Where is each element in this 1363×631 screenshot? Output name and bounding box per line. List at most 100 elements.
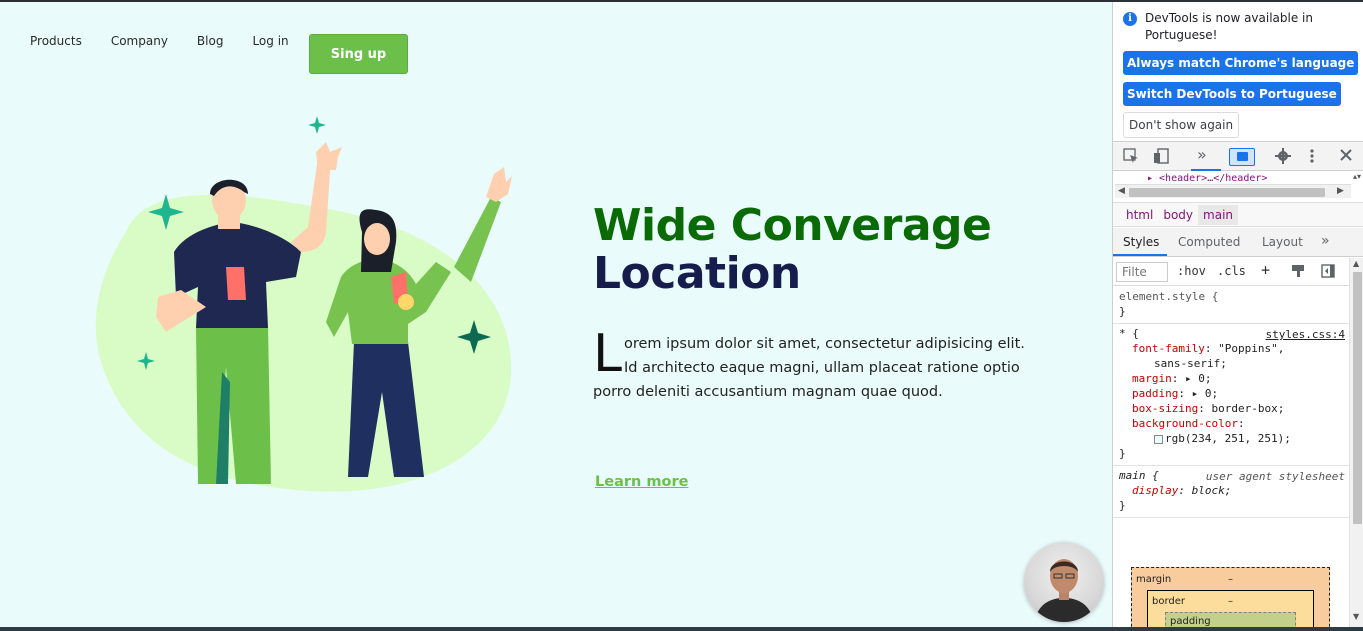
decl-prop: margin: [1132, 372, 1172, 385]
breadcrumb: html body main: [1113, 202, 1363, 227]
hero-paragraph: Lorem ipsum dolor sit amet, consectetur …: [593, 324, 1033, 404]
paint-brush-icon[interactable]: [1291, 264, 1305, 278]
rule-element-style[interactable]: element.style { }: [1113, 287, 1349, 324]
nav-link-blog[interactable]: Blog: [197, 34, 224, 48]
scroll-down-icon[interactable]: ▼: [1353, 612, 1359, 621]
learn-more-link[interactable]: Learn more: [595, 474, 688, 490]
message-icon: [1237, 152, 1248, 161]
box-model-padding-label: padding: [1170, 616, 1211, 627]
webcam-avatar: [1024, 542, 1104, 622]
decl-font-family[interactable]: font-family: "Poppins",: [1119, 341, 1349, 356]
kebab-menu-icon[interactable]: [1309, 148, 1315, 164]
window-bottom-edge: [0, 627, 1363, 631]
toggle-sidebar-icon[interactable]: [1321, 264, 1335, 278]
scroll-up-icon[interactable]: ▲: [1353, 259, 1359, 268]
tab-more[interactable]: »: [1321, 233, 1330, 249]
decl-prop: background-color: [1132, 417, 1238, 430]
main-nav: Products Company Blog Log in: [30, 34, 318, 48]
rule-close-brace: }: [1119, 499, 1126, 512]
hero-illustration: [95, 116, 512, 492]
breadcrumb-main[interactable]: main: [1198, 204, 1239, 225]
breadcrumb-html[interactable]: html: [1121, 205, 1158, 225]
language-notice-text: DevTools is now available in Portuguese!: [1145, 11, 1313, 42]
rule-close-brace: }: [1119, 305, 1126, 318]
dom-tree-line[interactable]: ▸ <header>…</header>: [1113, 172, 1363, 184]
nav-link-products[interactable]: Products: [30, 34, 82, 48]
rule-source-ua: user agent stylesheet: [1205, 470, 1345, 483]
decl-value: rgb(234, 251, 251);: [1165, 432, 1291, 445]
close-devtools-icon[interactable]: [1339, 148, 1353, 162]
rule-close-brace: }: [1119, 447, 1126, 460]
box-model-diagram: margin – border – padding: [1131, 567, 1330, 627]
decl-box-sizing[interactable]: box-sizing: border-box;: [1119, 401, 1349, 416]
hero-title-line2: Location: [593, 248, 801, 299]
scrollbar-thumb[interactable]: [1129, 188, 1325, 197]
always-match-language-button[interactable]: Always match Chrome's language: [1123, 51, 1359, 75]
sparkle-icon: [308, 116, 326, 134]
dom-horizontal-scrollbar[interactable]: ◀ ▶: [1115, 184, 1351, 198]
box-model-border-value[interactable]: –: [1228, 596, 1233, 607]
devtools-panel: i DevTools is now available in Portugues…: [1112, 2, 1363, 627]
cls-toggle[interactable]: .cls: [1217, 264, 1246, 278]
rule-source-link[interactable]: styles.css:4: [1266, 327, 1345, 342]
decl-margin[interactable]: margin: ▸ 0;: [1119, 371, 1349, 386]
rule-main[interactable]: main { user agent stylesheet display: bl…: [1113, 466, 1349, 518]
more-panels-button[interactable]: »: [1197, 145, 1207, 164]
new-style-rule-button[interactable]: +: [1261, 261, 1270, 279]
rule-universal[interactable]: * { styles.css:4 font-family: "Poppins",…: [1113, 324, 1349, 466]
box-model-margin-value[interactable]: –: [1228, 574, 1233, 585]
color-swatch-icon[interactable]: [1154, 434, 1163, 444]
rule-selector: element.style {: [1119, 290, 1219, 303]
decl-background-color[interactable]: background-color:: [1119, 416, 1349, 431]
tab-layout[interactable]: Layout: [1262, 235, 1303, 249]
decl-prop: font-family: [1132, 342, 1205, 355]
decl-padding[interactable]: padding: ▸ 0;: [1119, 386, 1349, 401]
decl-value: "Poppins",: [1218, 342, 1285, 355]
nav-link-company[interactable]: Company: [111, 34, 168, 48]
hero-title-line1: Wide Converage: [593, 200, 992, 251]
devtools-toolbar: »: [1113, 141, 1363, 171]
hero-paragraph-text: orem ipsum dolor sit amet, consectetur a…: [593, 336, 1025, 400]
decl-display: display: block;: [1132, 484, 1232, 497]
styles-filter-bar: Filte :hov .cls +: [1113, 258, 1349, 286]
scroll-left-icon[interactable]: ◀: [1118, 186, 1125, 196]
filter-input[interactable]: Filte: [1116, 262, 1168, 282]
signup-button[interactable]: Sing up: [309, 34, 408, 74]
settings-gear-icon[interactable]: [1275, 148, 1291, 164]
dom-scroll-arrows-icon[interactable]: ▴▾: [1353, 172, 1361, 181]
hero-title: Wide Converage Location: [593, 200, 992, 299]
drop-cap: L: [593, 324, 622, 384]
styles-rules-list: element.style { } * { styles.css:4 font-…: [1113, 287, 1349, 518]
breadcrumb-body[interactable]: body: [1158, 205, 1198, 225]
decl-value: block;: [1191, 484, 1232, 497]
inspect-element-icon[interactable]: [1123, 148, 1139, 164]
tab-styles[interactable]: Styles: [1123, 235, 1159, 249]
nav-link-login[interactable]: Log in: [252, 34, 288, 48]
decl-font-family-cont: sans-serif;: [1154, 357, 1227, 370]
issues-message-button[interactable]: [1229, 148, 1255, 166]
hov-toggle[interactable]: :hov: [1177, 264, 1206, 278]
switch-to-portuguese-button[interactable]: Switch DevTools to Portuguese: [1123, 82, 1341, 106]
active-panel-indicator: [1191, 169, 1221, 171]
dont-show-again-button[interactable]: Don't show again: [1123, 112, 1240, 138]
box-model-padding: padding: [1165, 612, 1296, 627]
info-icon: i: [1123, 12, 1137, 26]
active-tab-indicator: [1113, 254, 1167, 256]
box-model-margin-label: margin: [1136, 574, 1172, 585]
decl-value: border-box;: [1211, 402, 1285, 415]
scroll-right-icon[interactable]: ▶: [1337, 186, 1344, 196]
styles-vertical-scrollbar[interactable]: ▲ ▼: [1349, 258, 1363, 627]
scrollbar-thumb[interactable]: [1353, 272, 1362, 524]
box-model-border: border – padding: [1147, 590, 1314, 627]
tab-computed[interactable]: Computed: [1178, 235, 1240, 249]
web-page-viewport: Products Company Blog Log in Sing up Wid…: [0, 2, 1112, 627]
device-toolbar-icon[interactable]: [1153, 148, 1169, 164]
sidebar-tabs: Styles Computed Layout »: [1113, 228, 1363, 257]
decl-value: ▸ 0;: [1185, 372, 1212, 385]
box-model-border-label: border: [1152, 596, 1186, 607]
decl-background-color-value[interactable]: rgb(234, 251, 251);: [1119, 431, 1349, 446]
decl-prop: box-sizing: [1132, 402, 1199, 415]
decl-value: ▸ 0;: [1191, 387, 1219, 400]
avatar-person-icon: [1034, 559, 1094, 622]
decl-prop: padding: [1132, 387, 1179, 400]
